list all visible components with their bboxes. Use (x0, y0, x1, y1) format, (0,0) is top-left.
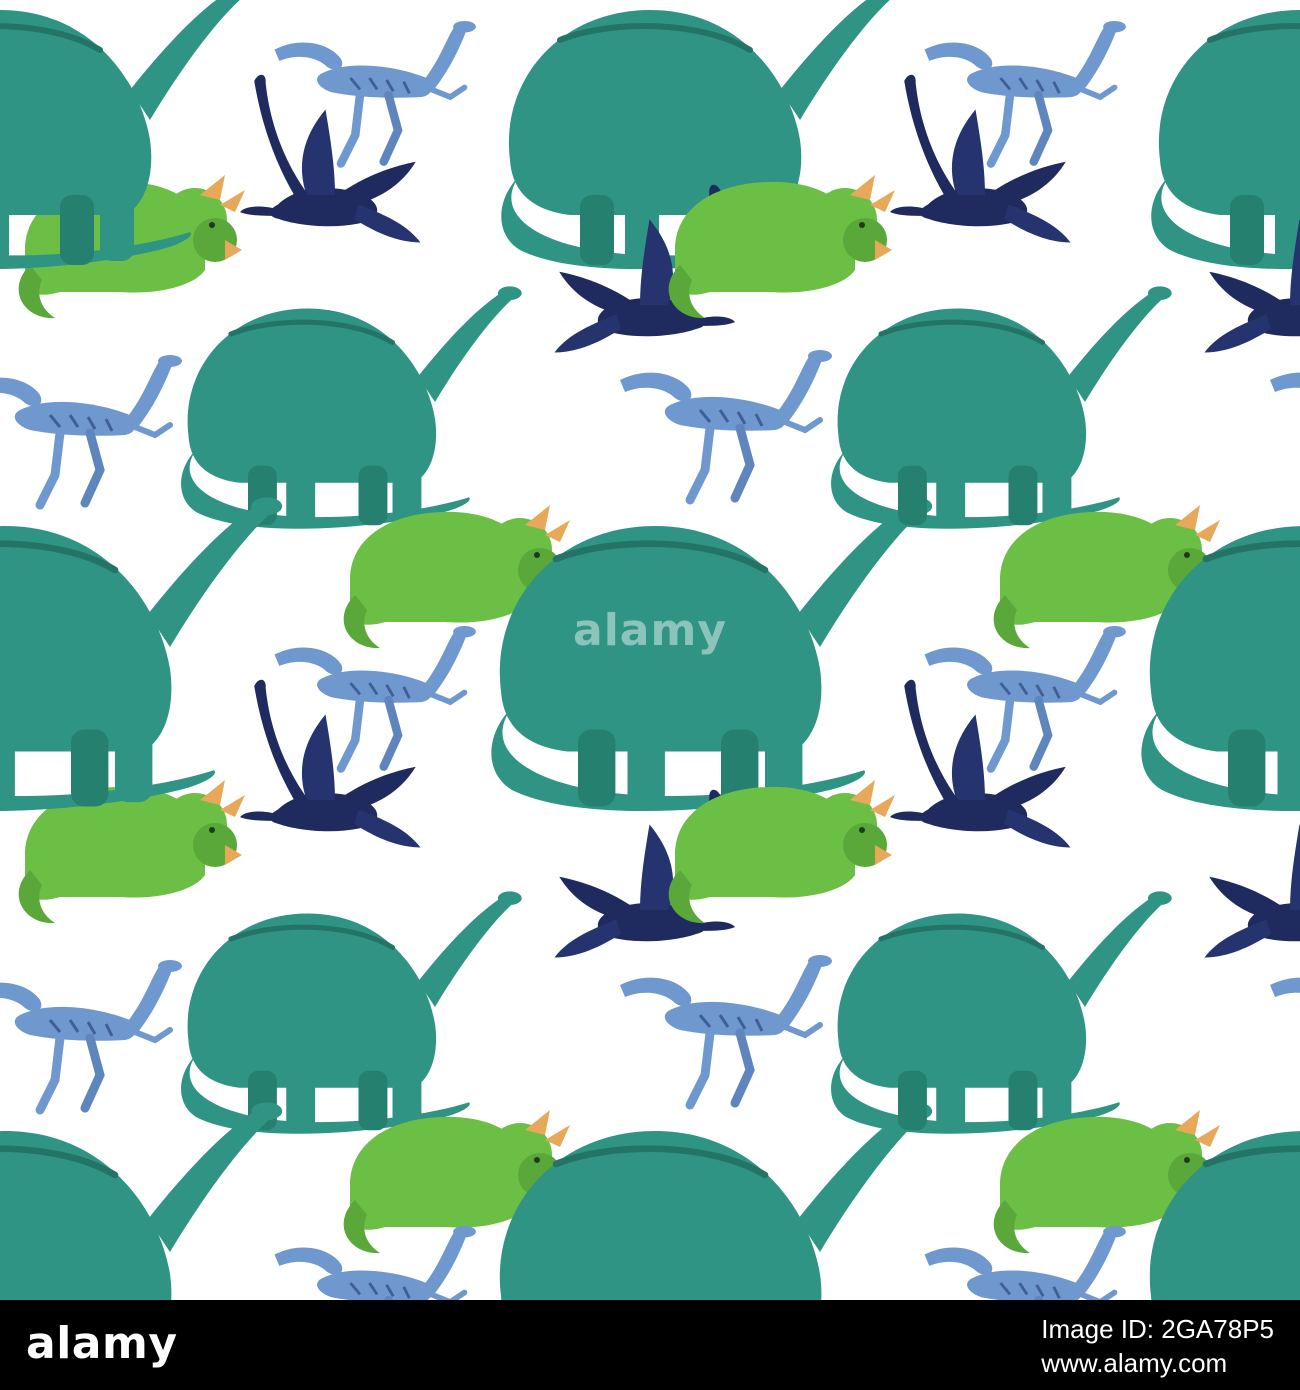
footer-bar: alamy Image ID: 2GA78P5 www.alamy.com (0, 1300, 1300, 1390)
image-id-row: Image ID: 2GA78P5 (1041, 1312, 1274, 1346)
image-id-label: Image ID: (1041, 1314, 1155, 1344)
site-url[interactable]: www.alamy.com (1041, 1346, 1274, 1380)
alamy-logo: alamy (26, 1318, 178, 1369)
dinosaur-seamless-pattern (0, 0, 1300, 1300)
image-id-value: 2GA78P5 (1161, 1314, 1274, 1344)
image-info: Image ID: 2GA78P5 www.alamy.com (1041, 1312, 1274, 1380)
